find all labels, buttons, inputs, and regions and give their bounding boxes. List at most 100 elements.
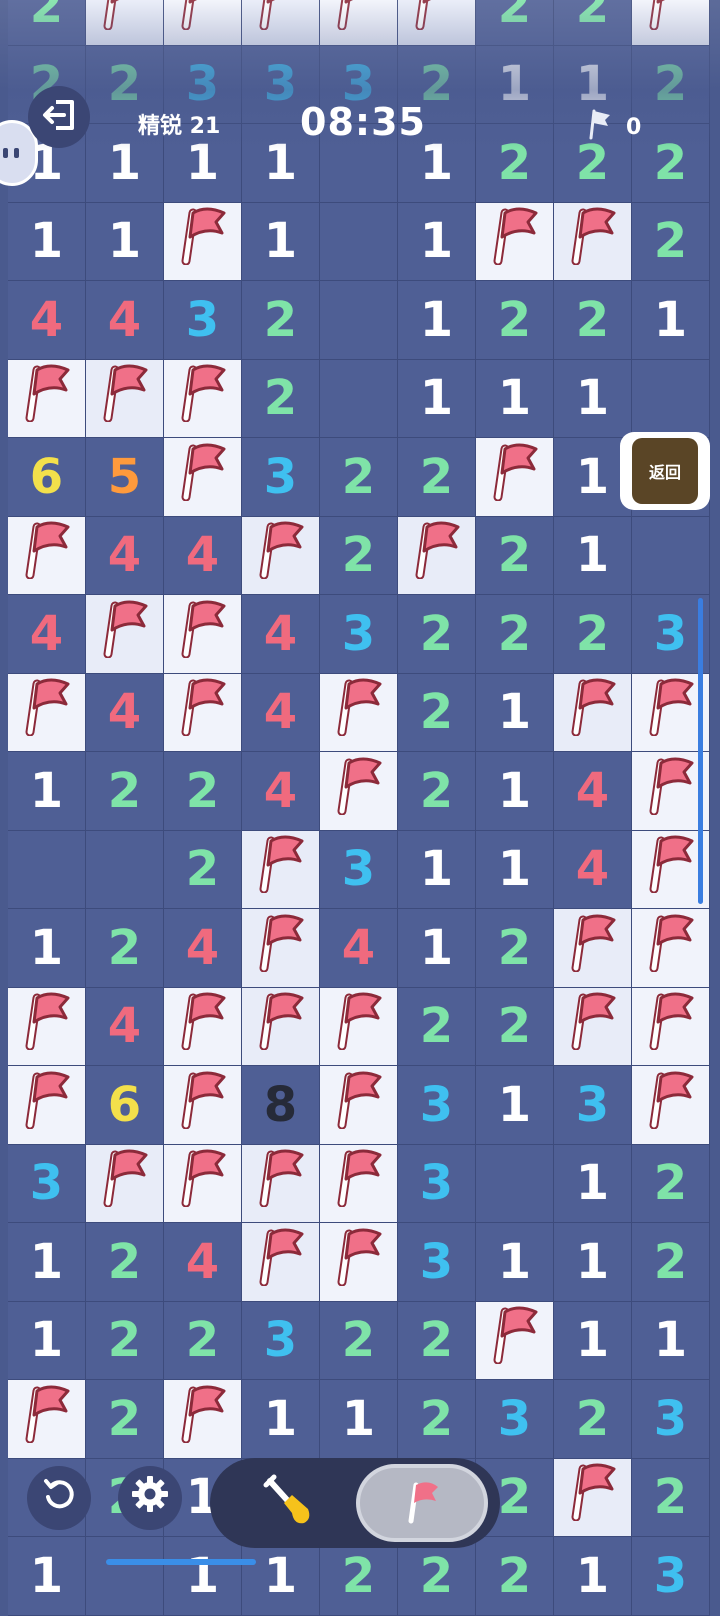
number-cell[interactable]: 2 [632,1458,710,1537]
number-cell[interactable]: 1 [86,202,164,281]
number-cell[interactable]: 4 [164,909,242,988]
number-cell[interactable]: 1 [398,202,476,281]
flagged-cell[interactable] [320,987,398,1066]
number-cell[interactable]: 3 [242,1301,320,1380]
flagged-cell[interactable] [164,1066,242,1145]
flagged-cell[interactable] [242,1144,320,1223]
number-cell[interactable]: 2 [632,45,710,124]
flagged-cell[interactable] [86,1144,164,1223]
number-cell[interactable]: 1 [554,359,632,438]
number-cell[interactable]: 2 [320,1537,398,1616]
number-cell[interactable]: 1 [8,202,86,281]
number-cell[interactable]: 2 [164,752,242,831]
number-cell[interactable]: 1 [320,1380,398,1459]
number-cell[interactable]: 1 [554,1301,632,1380]
flagged-cell[interactable] [320,1144,398,1223]
number-cell[interactable]: 1 [164,1537,242,1616]
empty-cell[interactable] [8,830,86,909]
flagged-cell[interactable] [8,987,86,1066]
flagged-cell[interactable] [164,1144,242,1223]
number-cell[interactable]: 2 [476,909,554,988]
number-cell[interactable]: 1 [242,1537,320,1616]
flagged-cell[interactable] [164,673,242,752]
flagged-cell[interactable] [476,202,554,281]
return-thumbnail-button[interactable]: 返回 [620,432,710,510]
number-cell[interactable]: 2 [398,673,476,752]
number-cell[interactable]: 4 [86,281,164,360]
number-cell[interactable]: 1 [8,1537,86,1616]
number-cell[interactable]: 1 [476,673,554,752]
flagged-cell[interactable] [554,673,632,752]
number-cell[interactable]: 2 [632,1223,710,1302]
number-cell[interactable]: 3 [242,438,320,517]
number-cell[interactable]: 4 [164,516,242,595]
number-cell[interactable]: 1 [554,516,632,595]
empty-cell[interactable] [320,202,398,281]
flagged-cell[interactable] [554,202,632,281]
undo-button[interactable] [27,1466,91,1530]
number-cell[interactable]: 2 [320,1301,398,1380]
number-cell[interactable]: 1 [554,1223,632,1302]
number-cell[interactable]: 4 [86,516,164,595]
number-cell[interactable]: 2 [554,281,632,360]
number-cell[interactable]: 1 [476,1223,554,1302]
flagged-cell[interactable] [164,202,242,281]
flagged-cell[interactable] [8,359,86,438]
number-cell[interactable]: 2 [398,1537,476,1616]
number-cell[interactable]: 2 [476,987,554,1066]
number-cell[interactable]: 1 [8,1223,86,1302]
number-cell[interactable]: 1 [398,909,476,988]
number-cell[interactable]: 1 [476,359,554,438]
number-cell[interactable]: 3 [320,595,398,674]
flagged-cell[interactable] [8,673,86,752]
flagged-cell[interactable] [632,987,710,1066]
number-cell[interactable]: 2 [476,281,554,360]
number-cell[interactable]: 3 [8,1144,86,1223]
number-cell[interactable]: 2 [8,0,86,46]
empty-cell[interactable] [86,830,164,909]
number-cell[interactable]: 1 [398,359,476,438]
number-cell[interactable]: 4 [8,281,86,360]
empty-cell[interactable] [86,1537,164,1616]
number-cell[interactable]: 2 [398,1301,476,1380]
empty-cell[interactable] [632,516,710,595]
flagged-cell[interactable] [164,595,242,674]
exit-button[interactable] [28,86,90,148]
number-cell[interactable]: 2 [632,124,710,203]
number-cell[interactable]: 1 [554,1537,632,1616]
number-cell[interactable]: 2 [164,1301,242,1380]
number-cell[interactable]: 3 [164,281,242,360]
scrollbar[interactable] [698,598,703,904]
number-cell[interactable]: 2 [320,516,398,595]
number-cell[interactable]: 2 [86,1223,164,1302]
number-cell[interactable]: 2 [476,0,554,46]
number-cell[interactable]: 1 [398,830,476,909]
flagged-cell[interactable] [242,909,320,988]
flagged-cell[interactable] [164,438,242,517]
number-cell[interactable]: 1 [242,1380,320,1459]
number-cell[interactable]: 4 [242,595,320,674]
number-cell[interactable]: 2 [242,281,320,360]
number-cell[interactable]: 2 [476,124,554,203]
flagged-cell[interactable] [554,1458,632,1537]
number-cell[interactable]: 1 [632,1301,710,1380]
flagged-cell[interactable] [242,0,320,46]
number-cell[interactable]: 1 [476,830,554,909]
flagged-cell[interactable] [398,516,476,595]
number-cell[interactable]: 4 [242,752,320,831]
number-cell[interactable]: 1 [476,752,554,831]
number-cell[interactable]: 3 [398,1223,476,1302]
number-cell[interactable]: 2 [320,438,398,517]
number-cell[interactable]: 2 [398,595,476,674]
number-cell[interactable]: 2 [476,595,554,674]
number-cell[interactable]: 2 [554,0,632,46]
number-cell[interactable]: 4 [164,1223,242,1302]
flagged-cell[interactable] [554,987,632,1066]
flagged-cell[interactable] [86,0,164,46]
number-cell[interactable]: 1 [8,909,86,988]
flagged-cell[interactable] [164,0,242,46]
flagged-cell[interactable] [320,1066,398,1145]
number-cell[interactable]: 3 [398,1066,476,1145]
empty-cell[interactable] [476,1144,554,1223]
flag-mode-button[interactable] [356,1464,488,1542]
